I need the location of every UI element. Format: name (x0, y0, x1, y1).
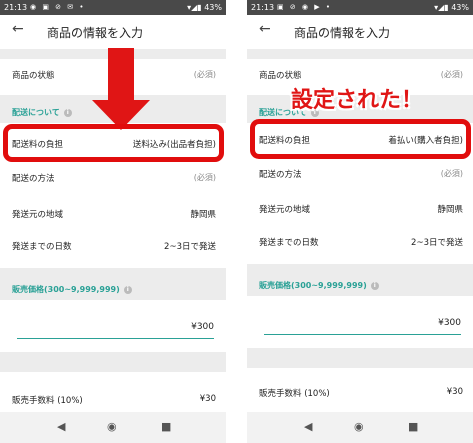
page-title: 商品の情報を入力 (294, 26, 391, 40)
price-input[interactable]: ¥300 (191, 322, 214, 332)
ship-days-value: 2~3日で発送 (411, 238, 463, 248)
shipping-method-value: (必須) (440, 169, 463, 178)
shipping-section-label: 配送について (12, 108, 60, 117)
notification-icons: ◉ ▣ ⊘ ✉ • (30, 3, 86, 11)
commission-value: ¥30 (199, 394, 216, 404)
ship-days-row[interactable]: 発送までの日数 2~3日で発送 (247, 226, 473, 256)
price-input-underline (17, 338, 214, 339)
price-input-row[interactable]: ¥300 (0, 300, 226, 350)
back-arrow-icon[interactable]: ← (12, 21, 24, 37)
spacer (0, 352, 226, 372)
price-input[interactable]: ¥300 (438, 318, 461, 328)
info-icon[interactable]: i (370, 281, 379, 290)
app-bar: ← 商品の情報を入力 (0, 15, 226, 49)
shipping-method-label: 配送の方法 (12, 174, 55, 184)
right-screen: 21:13 ▣ ⊘ ◉ ▶ • ▾◢▮ 43% ← 商品の情報を入力 商品の状態… (247, 0, 473, 443)
annotation-text: 設定された！ (291, 88, 424, 113)
ship-from-label: 発送元の地域 (12, 210, 64, 220)
spacer (247, 49, 473, 59)
app-bar: ← 商品の情報を入力 (247, 15, 473, 49)
ship-days-label: 発送までの日数 (259, 238, 319, 248)
commission-label: 販売手数料 (10%) (259, 389, 330, 399)
ship-from-value: 静岡県 (190, 210, 216, 220)
condition-value: (必須) (440, 70, 463, 79)
page-title: 商品の情報を入力 (47, 26, 144, 40)
nav-recents-icon[interactable]: ■ (408, 420, 418, 433)
info-icon[interactable]: i (63, 108, 72, 117)
commission-row: 販売手数料 (10%) ¥30 (0, 384, 226, 414)
condition-label: 商品の状態 (259, 71, 302, 81)
nav-bar: ◀ ◉ ■ (247, 412, 473, 443)
red-arrow-shaft (108, 48, 134, 108)
battery-level: 43% (451, 3, 469, 12)
shipping-method-value: (必須) (193, 173, 216, 182)
price-section-label: 販売価格(300~9,999,999) (259, 281, 367, 290)
info-icon[interactable]: i (123, 285, 132, 294)
ship-from-row[interactable]: 発送元の地域 静岡県 (247, 193, 473, 223)
nav-home-icon[interactable]: ◉ (354, 420, 364, 433)
nav-back-icon[interactable]: ◀ (304, 420, 312, 433)
nav-recents-icon[interactable]: ■ (161, 420, 171, 433)
battery-level: 43% (204, 3, 222, 12)
price-section-header: 販売価格(300~9,999,999) i (247, 264, 473, 296)
commission-row: 販売手数料 (10%) ¥30 (247, 377, 473, 407)
ship-days-row[interactable]: 発送までの日数 2~3日で発送 (0, 230, 226, 260)
price-section-label: 販売価格(300~9,999,999) (12, 285, 120, 294)
ship-days-label: 発送までの日数 (12, 242, 72, 252)
commission-value: ¥30 (446, 387, 463, 397)
ship-from-row[interactable]: 発送元の地域 静岡県 (0, 198, 226, 228)
status-bar: 21:13 ◉ ▣ ⊘ ✉ • ▾◢▮ 43% (0, 0, 226, 15)
divider (226, 0, 247, 443)
commission-label: 販売手数料 (10%) (12, 396, 83, 406)
price-input-row[interactable]: ¥300 (247, 296, 473, 346)
price-section-header: 販売価格(300~9,999,999) i (0, 268, 226, 300)
shipping-method-label: 配送の方法 (259, 170, 302, 180)
shipping-method-row[interactable]: 配送の方法 (必須) (0, 162, 226, 192)
highlight-box (3, 124, 224, 162)
nav-home-icon[interactable]: ◉ (107, 420, 117, 433)
condition-value: (必須) (193, 70, 216, 79)
condition-label: 商品の状態 (12, 71, 55, 81)
status-time: 21:13 (4, 3, 28, 12)
system-icons: ▾◢▮ 43% (187, 3, 222, 12)
notification-icons: ▣ ⊘ ◉ ▶ • (277, 3, 332, 11)
left-screen: 21:13 ◉ ▣ ⊘ ✉ • ▾◢▮ 43% ← 商品の情報を入力 商品の状態… (0, 0, 226, 443)
ship-from-label: 発送元の地域 (259, 205, 311, 215)
nav-back-icon[interactable]: ◀ (57, 420, 65, 433)
nav-bar: ◀ ◉ ■ (0, 412, 226, 443)
spacer (247, 348, 473, 368)
back-arrow-icon[interactable]: ← (259, 21, 271, 37)
ship-days-value: 2~3日で発送 (164, 242, 216, 252)
price-input-underline (264, 334, 461, 335)
shipping-method-row[interactable]: 配送の方法 (必須) (247, 158, 473, 188)
ship-from-value: 静岡県 (437, 205, 463, 215)
system-icons: ▾◢▮ 43% (434, 3, 469, 12)
highlight-box (250, 119, 471, 159)
status-bar: 21:13 ▣ ⊘ ◉ ▶ • ▾◢▮ 43% (247, 0, 473, 15)
status-time: 21:13 (251, 3, 275, 12)
